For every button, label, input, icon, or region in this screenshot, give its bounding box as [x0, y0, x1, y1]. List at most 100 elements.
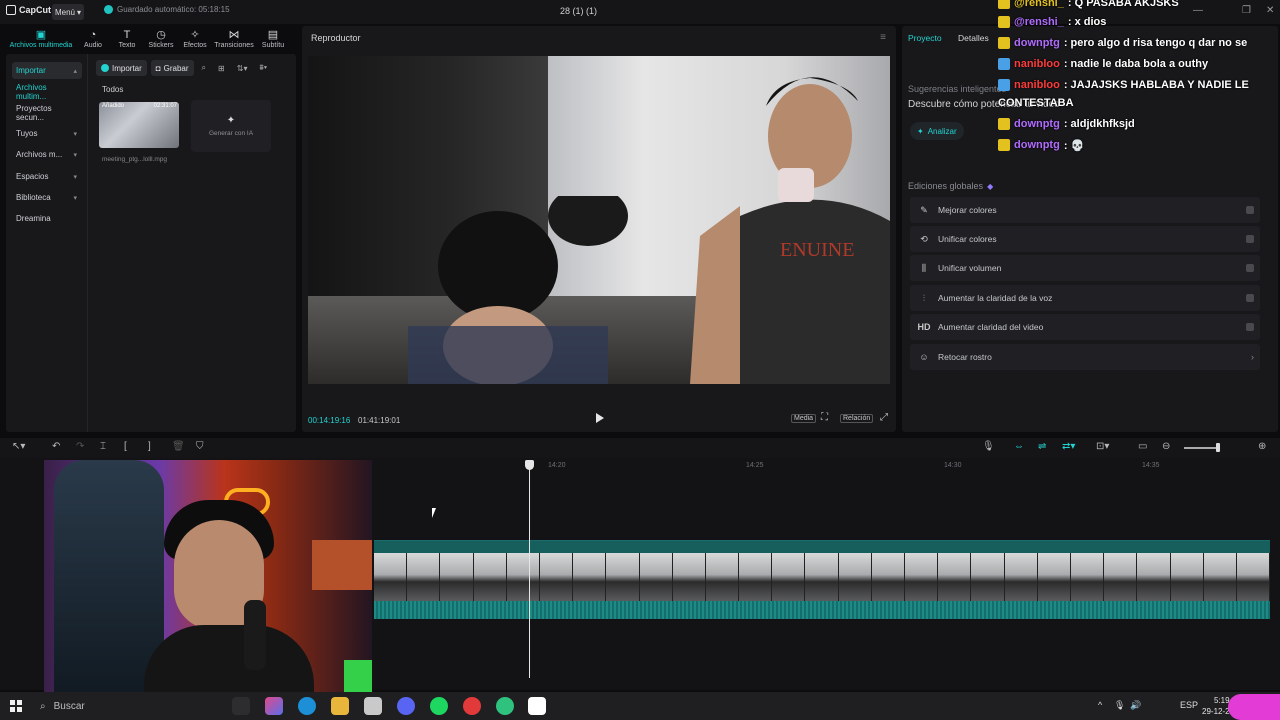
tray-mic-icon[interactable]: 🎙 [1114, 700, 1125, 711]
tab-project[interactable]: Proyecto [908, 33, 942, 43]
tab-effects[interactable]: ✧ Efectos [178, 26, 212, 52]
split-icon[interactable]: ⌶ [100, 441, 106, 452]
sort-icon[interactable]: ⇅▾ [233, 64, 252, 73]
copilot-icon[interactable] [265, 697, 283, 715]
filmstrip-frame [1070, 553, 1105, 601]
zoom-out-icon[interactable]: ⊖ [1162, 441, 1170, 452]
filmstrip-frame [374, 553, 408, 601]
filmstrip-frame [1104, 553, 1138, 601]
taskbar-search[interactable]: ⌕ Buscar [36, 696, 216, 716]
streaming-app-icon[interactable] [496, 697, 514, 715]
nav-yours[interactable]: Tuyos ▾ [12, 125, 82, 142]
crop-icon[interactable]: ⛶ [821, 412, 828, 423]
tab-label: Stickers [148, 41, 174, 49]
chat-badge-icon [998, 16, 1010, 28]
toggle[interactable] [1246, 294, 1254, 302]
global-item-unify-colors[interactable]: ⟲ Unificar colores [910, 226, 1260, 252]
global-item-enhance-colors[interactable]: ✎ Mejorar colores [910, 197, 1260, 223]
select-tool-icon[interactable]: ↖▾ [12, 441, 25, 452]
nav-import[interactable]: Importar ▴ [12, 62, 82, 79]
caption-icon[interactable]: ▭ [1138, 441, 1147, 452]
view-toggle-icon[interactable]: ⊞ [214, 64, 229, 73]
global-item-unify-volume[interactable]: ⫼ Unificar volumen [910, 255, 1260, 281]
toggle[interactable] [1246, 264, 1254, 272]
clock-date: 29-12-2 [1202, 707, 1230, 716]
taskbar-clock[interactable]: 5:19 29-12-2 [1202, 695, 1230, 717]
generate-ai-card[interactable]: ✦ Generar con IA [191, 100, 271, 152]
tab-stickers[interactable]: ◷ Stickers [144, 26, 178, 52]
aspect-icon[interactable]: ⊡▾ [1096, 441, 1109, 452]
nav-spaces[interactable]: Espacios ▾ [12, 168, 82, 185]
filmstrip-frame [573, 553, 607, 601]
zoom-fit-icon[interactable]: ⊕ [1258, 441, 1266, 452]
windows-start-icon[interactable] [10, 700, 22, 712]
undo-icon[interactable]: ↶ [52, 441, 60, 452]
analyze-button[interactable]: ✦ Analizar [910, 122, 964, 140]
video-preview[interactable]: ENUINE [308, 56, 890, 384]
store-icon[interactable] [364, 697, 382, 715]
text-icon: T [123, 28, 131, 41]
play-icon[interactable] [596, 413, 604, 423]
hamburger-menu-icon[interactable]: ≡ [880, 32, 886, 43]
nav-media-archive[interactable]: Archivos m... ▾ [12, 146, 82, 163]
spotify-icon[interactable] [430, 697, 448, 715]
tab-audio[interactable]: ◔ Audio [76, 26, 110, 52]
file-explorer-icon[interactable] [331, 697, 349, 715]
tab-text[interactable]: T Texto [110, 26, 144, 52]
global-item-voice-clarity[interactable]: ⫶ Aumentar la claridad de la voz [910, 285, 1260, 311]
trim-left-icon[interactable]: [ [124, 441, 127, 452]
zoom-slider-handle[interactable] [1216, 443, 1220, 452]
menu-button[interactable]: Menú ▾ [52, 4, 84, 20]
record-button[interactable]: ◘ Grabar [150, 60, 194, 76]
link-icon[interactable]: ⇌ [1038, 441, 1046, 452]
tray-chevron-up-icon[interactable]: ^ [1098, 700, 1102, 710]
toggle[interactable] [1246, 206, 1254, 214]
tab-subtitles[interactable]: ▤ Subtítu [256, 26, 290, 52]
preview-axis-icon[interactable]: ⇄▾ [1062, 441, 1075, 452]
trim-right-icon[interactable]: ] [148, 441, 151, 452]
chat-message: downptg: aldjdkhfksjd [998, 115, 1135, 133]
nav-media-files[interactable]: Archivos multim... [12, 83, 82, 101]
tab-media[interactable]: ▣ Archivos multimedia [6, 26, 76, 52]
language-indicator[interactable]: ESP [1180, 700, 1198, 710]
zoom-slider[interactable] [1184, 447, 1220, 449]
obs-icon[interactable] [463, 697, 481, 715]
import-button[interactable]: Importar [96, 60, 147, 76]
capcut-taskbar-icon[interactable] [528, 697, 546, 715]
unify-colors-icon: ⟲ [920, 233, 928, 244]
edge-icon[interactable] [298, 697, 316, 715]
toggle[interactable] [1246, 235, 1254, 243]
delete-icon[interactable]: 🗑 [172, 441, 185, 452]
project-title[interactable]: 28 (1) (1) [560, 6, 597, 16]
video-clip[interactable] [374, 540, 1271, 619]
redo-icon[interactable]: ↷ [76, 441, 84, 452]
nav-library[interactable]: Biblioteca ▾ [12, 189, 82, 206]
audio-waveform [374, 601, 1270, 619]
tab-details[interactable]: Detalles [958, 33, 989, 43]
fullscreen-icon[interactable]: ⤢ [880, 412, 888, 423]
shield-icon[interactable]: ⛉ [196, 441, 204, 452]
tray-volume-icon[interactable]: 🔊 [1130, 700, 1141, 711]
suggestions-heading: Sugerencias inteligentes [908, 84, 1007, 94]
global-item-retouch-face[interactable]: ☺ Retocar rostro › [910, 344, 1260, 370]
nav-dreamina[interactable]: Dreamina [12, 210, 82, 227]
task-view-icon[interactable] [232, 697, 250, 715]
magnet-icon[interactable]: ⇔ [1014, 441, 1024, 452]
filmstrip-frame [1004, 553, 1038, 601]
filter-icon[interactable]: ⩩▾ [255, 63, 271, 73]
toggle[interactable] [1246, 323, 1254, 331]
capcut-logo-icon [6, 5, 16, 15]
ratio-button[interactable]: Relación [840, 414, 874, 423]
mic-icon[interactable]: 🎙 [982, 441, 995, 452]
playhead-handle[interactable] [525, 460, 534, 470]
tab-transitions[interactable]: ⋈ Transiciones [212, 26, 256, 52]
media-thumbnail[interactable]: Añadido 02:31:07 [99, 102, 179, 148]
nav-secondary-projects[interactable]: Proyectos secun... [12, 104, 82, 122]
global-item-video-clarity[interactable]: HD Aumentar claridad del video [910, 314, 1260, 340]
video-person-drinking: ENUINE [690, 77, 890, 384]
webcam-streamer-body [144, 625, 314, 696]
media-button[interactable]: Media [791, 414, 817, 423]
search-icon[interactable]: ⌕ [198, 63, 210, 73]
discord-icon[interactable] [397, 697, 415, 715]
clock-time: 5:19 [1214, 696, 1230, 705]
